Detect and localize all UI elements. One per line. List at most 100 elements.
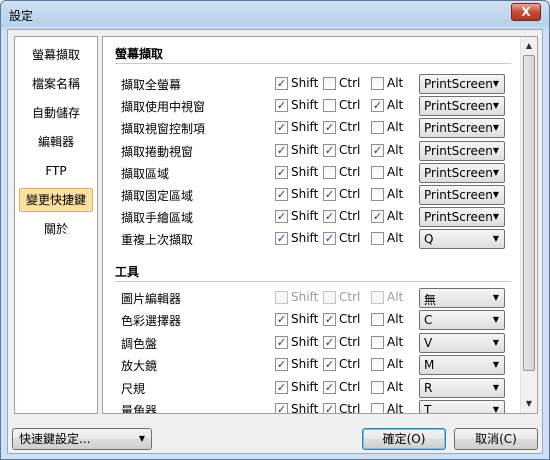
chevron-down-icon: ▼: [492, 337, 499, 347]
key-select-value: R: [424, 380, 433, 395]
shift-label: Shift: [291, 76, 319, 90]
shift-label: Shift: [291, 120, 319, 135]
check-icon: ✓: [371, 210, 384, 224]
key-select[interactable]: PrintScreen ▼: [419, 140, 505, 161]
check-icon: ✓: [275, 380, 288, 394]
ctrl-label: Ctrl: [339, 334, 361, 349]
check-icon: ✓: [323, 232, 336, 246]
key-select[interactable]: PrintScreen ▼: [419, 207, 505, 228]
alt-label: Alt: [387, 334, 404, 349]
hotkey-action-label: 放大鏡: [121, 359, 158, 374]
hotkey-action-label: 擷取視窗控制項: [121, 122, 206, 137]
key-select[interactable]: R ▼: [419, 377, 505, 398]
sidebar-item-auto-save[interactable]: 自動儲存: [19, 101, 93, 125]
checkbox-box: [371, 335, 384, 349]
key-select[interactable]: PrintScreen ▼: [419, 74, 505, 94]
ctrl-label: Ctrl: [339, 402, 361, 414]
dialog-body: 螢幕擷取檔案名稱自動儲存編輯器 FTP 變更快捷鍵關於 ▲ ▼ 螢幕擷取擷取全螢幕 ✓…: [7, 29, 543, 454]
hotkey-row: 色彩選擇器 ✓ Shift ✓ Ctrl Alt C ▼: [103, 309, 523, 331]
shift-label: Shift: [291, 357, 319, 372]
checkbox-box: [371, 165, 384, 179]
check-icon: ✓: [275, 358, 288, 372]
hotkey-row: 擷取捲動視窗 ✓ Shift ✓ Ctrl ✓ Alt PrintScreen ▼: [103, 140, 523, 162]
check-icon: ✓: [323, 335, 336, 349]
scroll-down-button[interactable]: ▼: [521, 396, 537, 412]
checkbox-box: [371, 232, 384, 246]
hotkey-action-label: 擷取全螢幕: [121, 78, 182, 92]
arrow-down-icon: ▼: [525, 399, 533, 408]
sidebar-item-file-name[interactable]: 檔案名稱: [19, 72, 93, 96]
hotkey-action-label: 色彩選擇器: [121, 314, 182, 329]
key-select[interactable]: PrintScreen ▼: [419, 162, 505, 183]
hotkey-row: 尺規 ✓ Shift ✓ Ctrl Alt R ▼: [103, 377, 523, 399]
ctrl-label: Ctrl: [339, 98, 361, 113]
key-select[interactable]: Q ▼: [419, 229, 505, 250]
check-icon: ✓: [371, 143, 384, 157]
key-select-value: PrintScreen: [424, 143, 493, 158]
close-button[interactable]: X: [511, 3, 541, 21]
ok-button-label: 確定(O): [382, 432, 426, 446]
shift-label: Shift: [291, 334, 319, 349]
ctrl-label: Ctrl: [339, 142, 361, 157]
chevron-down-icon: ▼: [492, 190, 499, 199]
checkbox-box: [323, 165, 336, 179]
shift-label: Shift: [291, 379, 319, 394]
sidebar-item-about[interactable]: 關於: [19, 217, 93, 241]
alt-label: Alt: [387, 290, 404, 304]
key-select-value: PrintScreen: [424, 165, 493, 180]
alt-label: Alt: [387, 187, 404, 201]
shift-label: Shift: [291, 209, 319, 224]
hotkey-action-label: 擷取捲動視窗: [121, 144, 194, 159]
ok-button[interactable]: 確定(O): [362, 428, 446, 450]
shift-label: Shift: [291, 290, 319, 304]
chevron-down-icon: ▼: [492, 145, 499, 155]
check-icon: ✓: [323, 403, 336, 414]
ctrl-label: Ctrl: [339, 357, 361, 372]
sidebar-item-change-hotkeys[interactable]: 變更快捷鍵: [19, 188, 93, 212]
key-select[interactable]: C ▼: [419, 310, 505, 331]
hotkey-row: 擷取固定區域 ✓ Shift ✓ Ctrl Alt PrintScreen ▼: [103, 184, 523, 206]
check-icon: ✓: [275, 403, 288, 414]
check-icon: ✓: [275, 188, 288, 201]
title-bar[interactable]: 設定 X: [1, 1, 549, 29]
sidebar-item-editor[interactable]: 編輯器: [19, 130, 93, 154]
alt-label: Alt: [387, 98, 404, 113]
key-select[interactable]: PrintScreen ▼: [419, 96, 505, 117]
check-icon: ✓: [323, 188, 336, 201]
key-select[interactable]: 無 ▼: [419, 288, 505, 308]
window-title: 設定: [9, 9, 34, 23]
key-select[interactable]: PrintScreen ▼: [419, 118, 505, 139]
alt-label: Alt: [387, 76, 404, 90]
checkbox-box: [371, 291, 384, 304]
sidebar-item-screen-capture[interactable]: 螢幕擷取: [19, 43, 93, 67]
shift-label: Shift: [291, 187, 319, 201]
scroll-up-button[interactable]: ▲: [521, 38, 537, 54]
check-icon: ✓: [275, 143, 288, 157]
ctrl-label: Ctrl: [339, 379, 361, 394]
key-select-value: C: [424, 313, 433, 328]
sidebar-item-ftp[interactable]: FTP: [19, 159, 93, 183]
key-select[interactable]: PrintScreen ▼: [419, 185, 505, 205]
check-icon: ✓: [275, 313, 288, 327]
chevron-down-icon: ▼: [492, 234, 499, 244]
scroll-thumb[interactable]: [523, 55, 535, 371]
check-icon: ✓: [323, 313, 336, 327]
hotkey-action-label: 圖片編輯器: [121, 292, 182, 306]
hotkey-settings-dropdown-button[interactable]: 快速鍵設定... ▼: [12, 428, 152, 450]
checkbox-box: [371, 313, 384, 327]
ctrl-label: Ctrl: [339, 290, 361, 304]
alt-label: Alt: [387, 142, 404, 157]
hotkey-row: 擷取手繪區域 ✓ Shift ✓ Ctrl ✓ Alt PrintScreen ▼: [103, 206, 523, 228]
key-select-value: Q: [424, 232, 434, 247]
ctrl-label: Ctrl: [339, 312, 361, 327]
cancel-button[interactable]: 取消(C): [454, 428, 538, 450]
key-select[interactable]: T ▼: [419, 400, 505, 413]
key-select[interactable]: M ▼: [419, 355, 505, 376]
hotkey-action-label: 擷取區域: [121, 166, 170, 181]
sidebar: 螢幕擷取檔案名稱自動儲存編輯器 FTP 變更快捷鍵關於: [14, 36, 98, 414]
alt-label: Alt: [387, 231, 404, 246]
cancel-button-label: 取消(C): [475, 432, 517, 446]
section-divider: [115, 281, 511, 282]
key-select[interactable]: V ▼: [419, 332, 505, 353]
hotkey-action-label: 擷取使用中視窗: [121, 100, 206, 115]
